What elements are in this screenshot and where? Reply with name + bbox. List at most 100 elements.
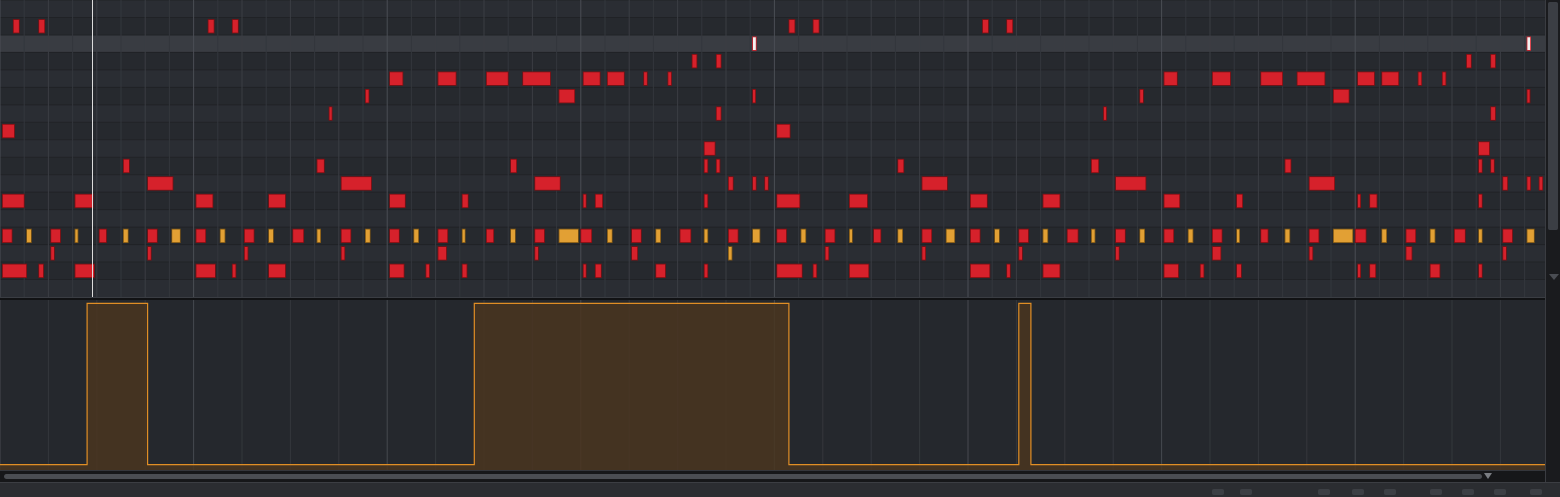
note[interactable]: [1526, 89, 1531, 104]
note[interactable]: [897, 228, 903, 244]
note[interactable]: [243, 228, 255, 244]
note[interactable]: [582, 193, 587, 209]
tool-icon[interactable]: [1318, 489, 1330, 495]
note[interactable]: [703, 228, 709, 244]
note[interactable]: [522, 71, 551, 86]
vertical-scroll-thumb[interactable]: [1548, 2, 1558, 230]
note[interactable]: [1042, 193, 1061, 209]
note[interactable]: [1212, 228, 1223, 244]
vertical-scrollbar[interactable]: [1545, 0, 1560, 300]
note[interactable]: [437, 228, 449, 244]
note[interactable]: [679, 228, 692, 244]
tool-icon[interactable]: [1240, 489, 1252, 495]
note[interactable]: [1478, 158, 1483, 174]
note[interactable]: [1066, 228, 1079, 244]
note[interactable]: [1478, 263, 1483, 279]
note[interactable]: [1369, 193, 1378, 209]
note[interactable]: [752, 228, 761, 244]
note[interactable]: [715, 106, 722, 121]
note[interactable]: [340, 228, 352, 244]
note[interactable]: [1006, 263, 1011, 279]
note[interactable]: [1163, 228, 1175, 244]
note[interactable]: [534, 176, 561, 191]
note[interactable]: [800, 228, 807, 244]
note[interactable]: [728, 246, 733, 261]
note[interactable]: [340, 176, 372, 191]
note[interactable]: [594, 193, 603, 209]
note[interactable]: [849, 228, 853, 244]
note[interactable]: [1260, 228, 1269, 244]
note[interactable]: [1139, 89, 1144, 104]
note[interactable]: [147, 228, 158, 244]
note[interactable]: [437, 71, 457, 86]
note[interactable]: [643, 71, 648, 86]
note[interactable]: [728, 228, 739, 244]
note[interactable]: [1526, 228, 1535, 244]
note[interactable]: [1091, 158, 1100, 174]
note[interactable]: [752, 89, 756, 104]
note[interactable]: [655, 228, 661, 244]
note[interactable]: [703, 193, 709, 209]
note[interactable]: [582, 71, 601, 86]
caret-down-icon[interactable]: [1484, 473, 1492, 479]
note[interactable]: [776, 263, 803, 279]
note[interactable]: [485, 71, 509, 86]
note[interactable]: [1441, 71, 1447, 86]
note[interactable]: [594, 263, 602, 279]
note[interactable]: [1308, 246, 1314, 261]
note[interactable]: [1490, 106, 1496, 121]
note[interactable]: [2, 263, 28, 279]
note[interactable]: [873, 228, 882, 244]
note[interactable]: [268, 263, 286, 279]
note[interactable]: [715, 54, 722, 69]
note[interactable]: [316, 228, 321, 244]
tool-icon[interactable]: [1462, 489, 1474, 495]
note[interactable]: [26, 228, 32, 244]
note[interactable]: [364, 228, 371, 244]
note[interactable]: [1417, 71, 1423, 86]
note[interactable]: [268, 228, 274, 244]
note[interactable]: [389, 193, 406, 209]
event-editor-canvas[interactable]: [0, 300, 1545, 470]
note[interactable]: [691, 54, 698, 69]
note[interactable]: [994, 228, 1000, 244]
note[interactable]: [776, 123, 791, 139]
note[interactable]: [1187, 228, 1194, 244]
note[interactable]: [1163, 193, 1181, 209]
note[interactable]: [982, 19, 989, 34]
note[interactable]: [1466, 54, 1472, 69]
note[interactable]: [328, 106, 333, 121]
note[interactable]: [389, 228, 400, 244]
horizontal-scroll-thumb[interactable]: [4, 474, 1482, 479]
note[interactable]: [1454, 228, 1466, 244]
note[interactable]: [849, 263, 870, 279]
note[interactable]: [1308, 228, 1320, 244]
note[interactable]: [1357, 193, 1361, 209]
note[interactable]: [389, 71, 404, 86]
note[interactable]: [316, 158, 325, 174]
note[interactable]: [1163, 71, 1178, 86]
note[interactable]: [485, 228, 495, 244]
note[interactable]: [98, 228, 107, 244]
note[interactable]: [1357, 71, 1375, 86]
note[interactable]: [1212, 246, 1222, 261]
note[interactable]: [1502, 228, 1513, 244]
note[interactable]: [580, 228, 593, 244]
note[interactable]: [1354, 228, 1367, 244]
note[interactable]: [1284, 228, 1291, 244]
note[interactable]: [1042, 228, 1049, 244]
note[interactable]: [788, 19, 796, 34]
note[interactable]: [558, 89, 576, 104]
note[interactable]: [607, 71, 625, 86]
note[interactable]: [1478, 193, 1483, 209]
tool-icon[interactable]: [1430, 489, 1442, 495]
note[interactable]: [1478, 141, 1490, 156]
note[interactable]: [703, 158, 709, 174]
note[interactable]: [123, 158, 130, 174]
note[interactable]: [558, 228, 579, 244]
note[interactable]: [1381, 228, 1388, 244]
note[interactable]: [970, 263, 991, 279]
note[interactable]: [268, 193, 286, 209]
note[interactable]: [655, 263, 666, 279]
note[interactable]: [1490, 54, 1496, 69]
